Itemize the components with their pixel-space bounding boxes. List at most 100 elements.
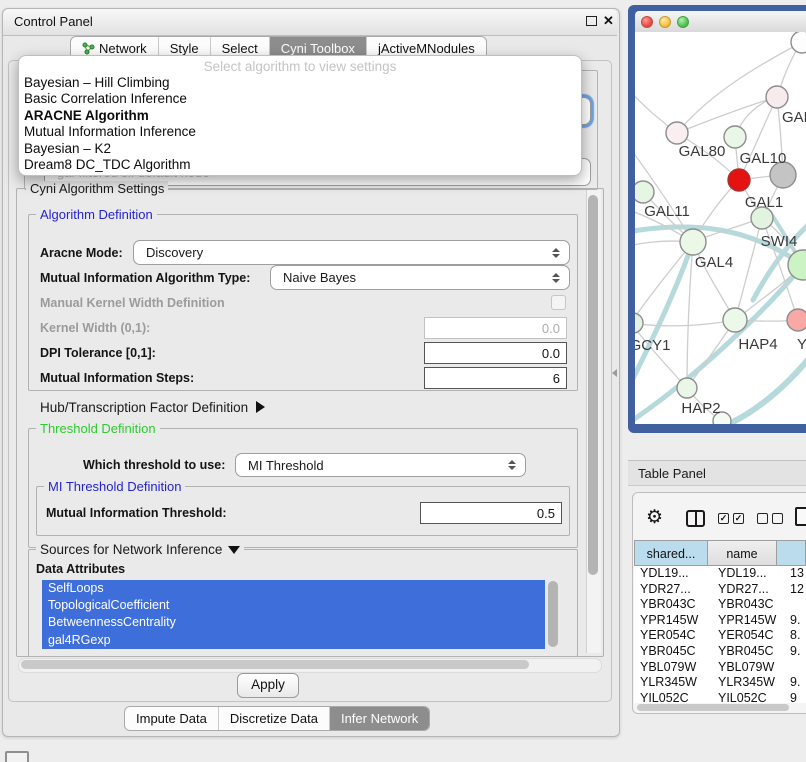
node-label-y-cut: Y bbox=[797, 336, 806, 353]
which-threshold-value: MI Threshold bbox=[248, 458, 324, 473]
unchecked-checkbox-icon[interactable] bbox=[757, 513, 768, 524]
document-icon[interactable] bbox=[795, 507, 806, 526]
collapse-down-icon bbox=[228, 546, 240, 554]
checked-checkbox-icon[interactable] bbox=[733, 513, 744, 524]
combo-spinner-icon bbox=[508, 460, 516, 470]
mi-steps-field[interactable] bbox=[424, 367, 567, 389]
dropdown-item[interactable]: Basic Correlation Inference bbox=[19, 91, 581, 107]
node-label-gal-cut: GAL bbox=[782, 109, 806, 126]
kernel-width-label: Kernel Width (0,1): bbox=[40, 317, 150, 339]
mi-threshold-label: Mutual Information Threshold: bbox=[46, 502, 227, 524]
node-label-hap4: HAP4 bbox=[738, 336, 777, 353]
column-header-name[interactable]: name bbox=[707, 540, 777, 566]
table-panel-titlebar[interactable]: Table Panel bbox=[628, 460, 806, 486]
attribute-item-selected[interactable]: TopologicalCoefficient bbox=[42, 597, 545, 614]
column-header-cut[interactable] bbox=[776, 540, 806, 566]
attribute-item-selected[interactable]: gal4RGexp bbox=[42, 632, 545, 649]
node-gcy1[interactable] bbox=[635, 313, 643, 333]
splitpane-collapse-icon[interactable] bbox=[612, 369, 617, 377]
bottom-tabs: Impute Data Discretize Data Infer Networ… bbox=[124, 706, 430, 731]
table-row[interactable]: YBR043CYBR043C bbox=[634, 597, 806, 613]
dropdown-item[interactable]: Bayesian – Hill Climbing bbox=[19, 75, 581, 91]
mi-type-value: Naive Bayes bbox=[283, 270, 356, 285]
window-close-button[interactable] bbox=[641, 16, 653, 28]
network-canvas[interactable]: GAL GAL80 GAL10 GAL1 GAL11 SWI4 GAL4 GCY… bbox=[635, 32, 806, 424]
table-row[interactable]: YDL19...YDL19...13 bbox=[634, 566, 806, 582]
table-row[interactable]: YLR345WYLR345W9. bbox=[634, 675, 806, 691]
bottom-dock-icon[interactable] bbox=[5, 751, 29, 762]
settings-hscrollbar-thumb[interactable] bbox=[21, 660, 529, 669]
attribute-item-selected[interactable]: BetweennessCentrality bbox=[42, 614, 545, 631]
table-row[interactable]: YIL052CYIL052C9 bbox=[634, 691, 806, 703]
mi-type-combobox[interactable]: Naive Bayes bbox=[270, 265, 570, 290]
node-gal10[interactable] bbox=[724, 126, 746, 148]
threshold-definition-title: Threshold Definition bbox=[36, 421, 160, 436]
node-gal4[interactable] bbox=[680, 229, 706, 255]
expander-right-icon bbox=[256, 401, 265, 413]
kernel-width-field[interactable] bbox=[424, 317, 567, 339]
edge[interactable] bbox=[635, 320, 735, 326]
tab-infer-network[interactable]: Infer Network bbox=[329, 707, 429, 730]
unchecked-checkbox-icon[interactable] bbox=[772, 513, 783, 524]
node-salmon[interactable] bbox=[787, 309, 806, 331]
dropdown-item-selected[interactable]: ARACNE Algorithm bbox=[19, 108, 581, 124]
tab-discretize-data[interactable]: Discretize Data bbox=[218, 707, 329, 730]
node-red-selected[interactable] bbox=[728, 169, 750, 191]
node[interactable] bbox=[766, 86, 788, 108]
node-gal80[interactable] bbox=[666, 122, 688, 144]
attributes-scrollbar-thumb[interactable] bbox=[548, 581, 558, 647]
column-header-shared-name[interactable]: shared... bbox=[634, 540, 708, 566]
split-columns-icon[interactable] bbox=[686, 510, 705, 527]
window-zoom-button[interactable] bbox=[677, 16, 689, 28]
which-threshold-label: Which threshold to use: bbox=[83, 453, 225, 477]
settings-group-title: Cyni Algorithm Settings bbox=[26, 181, 168, 196]
mi-threshold-field[interactable] bbox=[420, 502, 562, 524]
table-row[interactable]: YBR045CYBR045C9. bbox=[634, 644, 806, 660]
sources-group-title[interactable]: Sources for Network Inference bbox=[36, 542, 244, 557]
dropdown-item[interactable]: Mutual Information Inference bbox=[19, 124, 581, 140]
algorithm-definition-title: Algorithm Definition bbox=[36, 207, 157, 222]
dropdown-item[interactable]: Bayesian – K2 bbox=[19, 141, 581, 157]
hub-definition-expander[interactable]: Hub/Transcription Factor Definition bbox=[40, 398, 265, 416]
aracne-mode-combobox[interactable]: Discovery bbox=[133, 240, 570, 265]
table-panel-title: Table Panel bbox=[638, 466, 706, 481]
edge[interactable] bbox=[687, 242, 693, 388]
node-gal11[interactable] bbox=[635, 181, 654, 203]
edge[interactable] bbox=[677, 97, 777, 133]
gear-icon[interactable]: ⚙ bbox=[646, 506, 663, 529]
table-row[interactable]: YBL079WYBL079W bbox=[634, 660, 806, 676]
manual-kernel-label: Manual Kernel Width Definition bbox=[40, 292, 225, 314]
close-icon[interactable]: ✕ bbox=[603, 14, 614, 28]
float-window-icon[interactable] bbox=[586, 16, 597, 26]
which-threshold-combobox[interactable]: MI Threshold bbox=[235, 453, 526, 477]
node[interactable] bbox=[791, 32, 806, 53]
checked-checkbox-icon[interactable] bbox=[718, 513, 729, 524]
combo-spinner-icon bbox=[552, 248, 560, 258]
tab-impute-data[interactable]: Impute Data bbox=[125, 707, 218, 730]
apply-button[interactable]: Apply bbox=[237, 673, 299, 698]
network-canvas-container: GAL GAL80 GAL10 GAL1 GAL11 SWI4 GAL4 GCY… bbox=[635, 32, 806, 424]
data-attributes-label: Data Attributes bbox=[36, 561, 125, 577]
settings-scrollbar-thumb[interactable] bbox=[588, 195, 598, 575]
mi-type-label: Mutual Information Algorithm Type: bbox=[40, 265, 250, 290]
node-label-gcy1: GCY1 bbox=[635, 337, 670, 354]
attribute-item-selected[interactable]: SelfLoops bbox=[42, 580, 545, 597]
table-row[interactable]: YER054CYER054C8. bbox=[634, 628, 806, 644]
table-row[interactable]: YDR27...YDR27...12 bbox=[634, 582, 806, 598]
table-body: YDL19...YDL19...13 YDR27...YDR27...12 YB… bbox=[634, 566, 806, 703]
edge[interactable] bbox=[720, 357, 806, 424]
edge[interactable] bbox=[635, 242, 693, 387]
node-label-swi4: SWI4 bbox=[761, 233, 798, 250]
network-icon bbox=[82, 42, 95, 55]
table-hscrollbar-thumb[interactable] bbox=[637, 704, 789, 711]
manual-kernel-checkbox[interactable] bbox=[551, 295, 566, 310]
aracne-mode-label: Aracne Mode: bbox=[40, 240, 123, 265]
window-minimize-button[interactable] bbox=[659, 16, 671, 28]
node-hap2[interactable] bbox=[677, 378, 697, 398]
control-panel-titlebar[interactable] bbox=[3, 9, 617, 36]
dropdown-item[interactable]: Dream8 DC_TDC Algorithm bbox=[19, 157, 581, 173]
node-hap4[interactable] bbox=[723, 308, 747, 332]
table-row[interactable]: YPR145WYPR145W9. bbox=[634, 613, 806, 629]
node-label-hap2: HAP2 bbox=[681, 400, 720, 417]
dpi-tolerance-field[interactable] bbox=[424, 342, 567, 364]
